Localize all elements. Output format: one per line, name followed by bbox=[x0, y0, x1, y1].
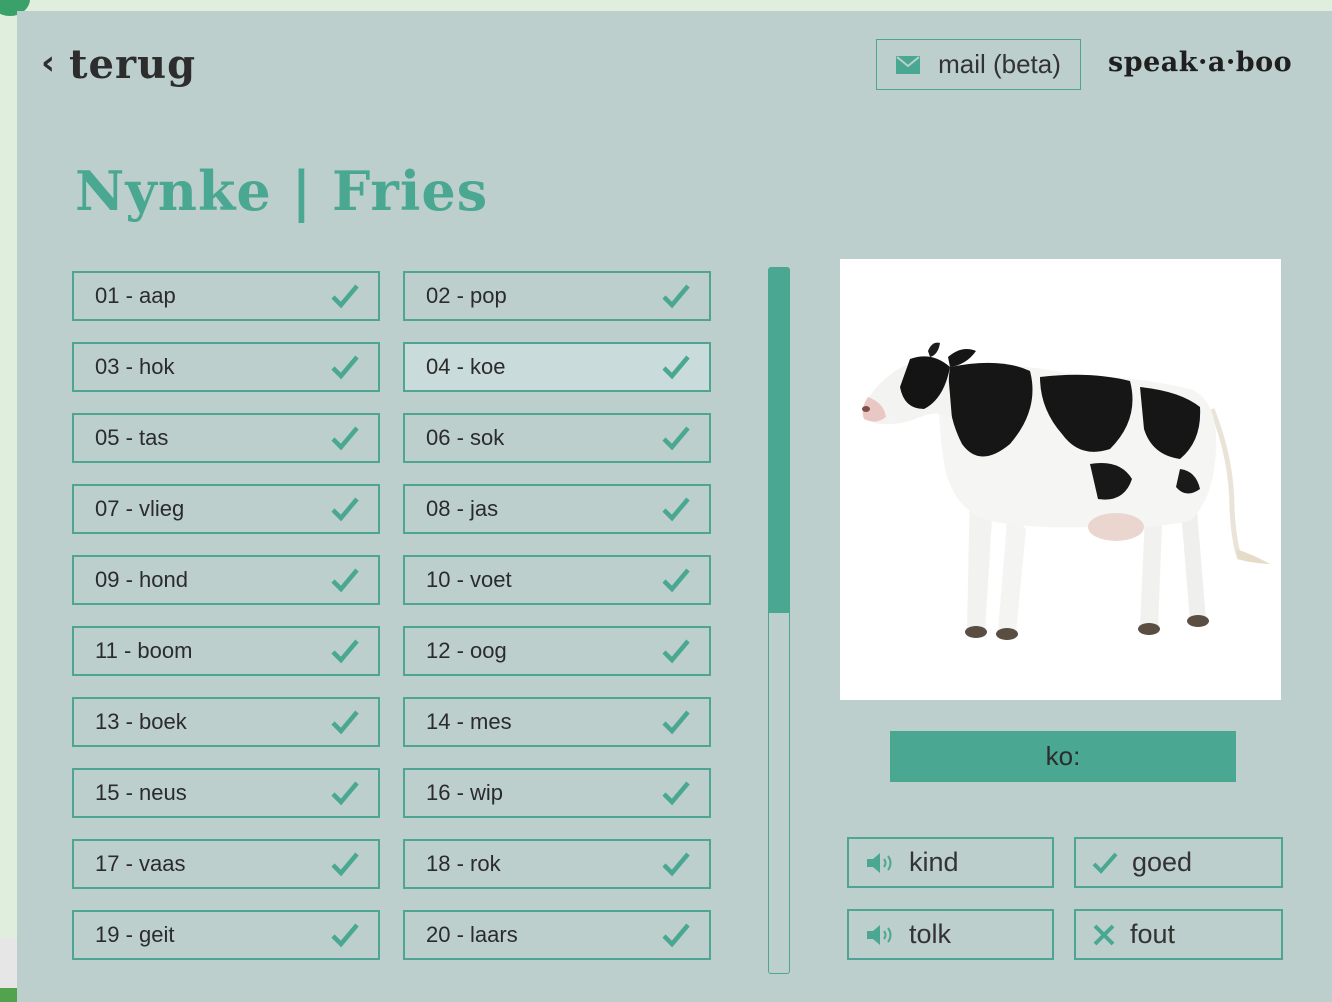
checkmark-icon bbox=[331, 710, 359, 735]
checkmark-icon bbox=[662, 284, 690, 309]
word-label: 17 - vaas bbox=[95, 851, 186, 876]
word-item[interactable]: 07 - vlieg bbox=[72, 484, 380, 534]
scrollbar[interactable] bbox=[768, 267, 790, 974]
play-tolk-button[interactable]: tolk bbox=[847, 909, 1054, 960]
speaker-icon bbox=[867, 924, 892, 945]
checkmark-icon bbox=[331, 284, 359, 309]
checkmark-icon bbox=[662, 355, 690, 380]
word-item[interactable]: 16 - wip bbox=[403, 768, 711, 818]
cow-image bbox=[862, 342, 1270, 640]
word-item[interactable]: 04 - koe bbox=[403, 342, 711, 392]
word-item[interactable]: 19 - geit bbox=[72, 910, 380, 960]
close-icon bbox=[1093, 924, 1115, 945]
word-label: 12 - oog bbox=[426, 638, 507, 663]
checkmark-icon bbox=[331, 355, 359, 380]
checkmark-icon bbox=[662, 923, 690, 948]
scrollbar-thumb[interactable] bbox=[769, 268, 789, 614]
word-label: 01 - aap bbox=[95, 283, 176, 308]
brand-logo: speak·a·boo bbox=[1108, 47, 1293, 78]
checkmark-icon bbox=[331, 923, 359, 948]
back-button[interactable]: ‹ terug bbox=[41, 41, 196, 88]
word-item[interactable]: 11 - boom bbox=[72, 626, 380, 676]
word-item[interactable]: 06 - sok bbox=[403, 413, 711, 463]
word-item[interactable]: 13 - boek bbox=[72, 697, 380, 747]
checkmark-icon bbox=[331, 497, 359, 522]
checkmark-icon bbox=[1092, 852, 1118, 874]
checkmark-icon bbox=[331, 426, 359, 451]
checkmark-icon bbox=[662, 426, 690, 451]
main-panel: ‹ terug mail (beta) speak·a·boo Nynke | … bbox=[17, 11, 1332, 1002]
kind-label: kind bbox=[909, 847, 959, 877]
checkmark-icon bbox=[331, 852, 359, 877]
word-label: 05 - tas bbox=[95, 425, 169, 450]
speaker-icon bbox=[867, 852, 892, 873]
checkmark-icon bbox=[662, 639, 690, 664]
word-item[interactable]: 14 - mes bbox=[403, 697, 711, 747]
word-label: 19 - geit bbox=[95, 922, 175, 947]
word-list: 01 - aap 02 - pop 03 - hok 04 - koe 05 - tas… bbox=[72, 271, 712, 960]
word-item[interactable]: 08 - jas bbox=[403, 484, 711, 534]
word-item[interactable]: 18 - rok bbox=[403, 839, 711, 889]
word-item[interactable]: 09 - hond bbox=[72, 555, 380, 605]
page-title: Nynke | Fries bbox=[75, 159, 489, 223]
checkmark-icon bbox=[662, 852, 690, 877]
word-item[interactable]: 10 - voet bbox=[403, 555, 711, 605]
word-item[interactable]: 03 - hok bbox=[72, 342, 380, 392]
back-label: terug bbox=[69, 41, 197, 88]
fout-label: fout bbox=[1130, 919, 1176, 949]
word-item[interactable]: 05 - tas bbox=[72, 413, 380, 463]
checkmark-icon bbox=[662, 568, 690, 593]
word-label: 20 - laars bbox=[426, 922, 518, 947]
mail-label: mail (beta) bbox=[938, 49, 1061, 79]
word-label: 13 - boek bbox=[95, 709, 187, 734]
envelope-icon bbox=[896, 55, 921, 74]
word-item[interactable]: 12 - oog bbox=[403, 626, 711, 676]
word-label: 10 - voet bbox=[426, 567, 512, 592]
word-label: 02 - pop bbox=[426, 283, 507, 308]
word-label: 09 - hond bbox=[95, 567, 188, 592]
chevron-left-icon: ‹ bbox=[41, 42, 56, 83]
checkmark-icon bbox=[331, 639, 359, 664]
word-label: 04 - koe bbox=[426, 354, 506, 379]
tolk-label: tolk bbox=[909, 919, 952, 949]
goed-label: goed bbox=[1132, 847, 1193, 877]
word-item[interactable]: 01 - aap bbox=[72, 271, 380, 321]
word-label: 06 - sok bbox=[426, 425, 505, 450]
word-label: 08 - jas bbox=[426, 496, 499, 521]
mail-button[interactable]: mail (beta) bbox=[876, 39, 1081, 90]
word-label: 14 - mes bbox=[426, 709, 512, 734]
checkmark-icon bbox=[662, 710, 690, 735]
word-item[interactable]: 15 - neus bbox=[72, 768, 380, 818]
play-kind-button[interactable]: kind bbox=[847, 837, 1054, 888]
goed-button[interactable]: goed bbox=[1074, 837, 1283, 888]
checkmark-icon bbox=[331, 568, 359, 593]
word-image bbox=[840, 259, 1281, 700]
word-item[interactable]: 02 - pop bbox=[403, 271, 711, 321]
checkmark-icon bbox=[662, 497, 690, 522]
checkmark-icon bbox=[662, 781, 690, 806]
word-label: 03 - hok bbox=[95, 354, 175, 379]
word-label: 16 - wip bbox=[426, 780, 504, 805]
word-label: 07 - vlieg bbox=[95, 496, 185, 521]
word-label: 15 - neus bbox=[95, 780, 187, 805]
fout-button[interactable]: fout bbox=[1074, 909, 1283, 960]
pronunciation-display: ko: bbox=[890, 731, 1236, 782]
word-item[interactable]: 20 - laars bbox=[403, 910, 711, 960]
word-item[interactable]: 17 - vaas bbox=[72, 839, 380, 889]
checkmark-icon bbox=[331, 781, 359, 806]
word-label: 11 - boom bbox=[95, 638, 193, 663]
word-label: 18 - rok bbox=[426, 851, 501, 876]
